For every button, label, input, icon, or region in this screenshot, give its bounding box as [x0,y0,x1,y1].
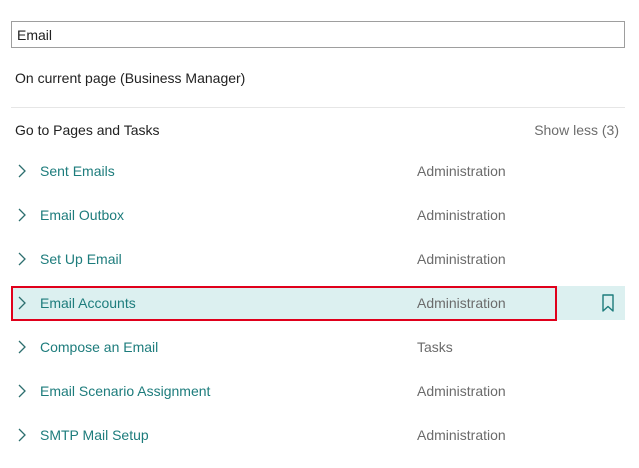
chevron-right-icon [18,428,26,442]
bookmark-icon[interactable] [601,294,615,312]
chevron-right-icon [18,208,26,222]
result-label[interactable]: Set Up Email [40,251,122,267]
result-row-email-accounts[interactable]: Email Accounts Administration [11,286,625,320]
result-label[interactable]: Email Accounts [40,295,136,311]
chevron-right-icon [18,384,26,398]
result-row-email-outbox[interactable]: Email Outbox Administration [11,198,625,232]
divider [11,107,625,108]
section-title: Go to Pages and Tasks [15,122,160,138]
result-category: Administration [417,295,506,311]
chevron-right-icon [18,340,26,354]
result-label[interactable]: SMTP Mail Setup [40,427,149,443]
result-category: Administration [417,251,506,267]
result-row-email-scenario-assignment[interactable]: Email Scenario Assignment Administration [11,374,625,408]
chevron-right-icon [18,164,26,178]
result-label[interactable]: Compose an Email [40,339,158,355]
result-category: Administration [417,163,506,179]
result-category: Tasks [417,339,453,355]
result-row-set-up-email[interactable]: Set Up Email Administration [11,242,625,276]
chevron-right-icon [18,296,26,310]
result-category: Administration [417,207,506,223]
result-label[interactable]: Email Outbox [40,207,124,223]
current-page-label: On current page (Business Manager) [15,70,246,86]
tell-me-panel: On current page (Business Manager) Go to… [0,0,639,468]
result-category: Administration [417,383,506,399]
result-category: Administration [417,427,506,443]
chevron-right-icon [18,252,26,266]
result-label[interactable]: Sent Emails [40,163,115,179]
result-row-smtp-mail-setup[interactable]: SMTP Mail Setup Administration [11,418,625,452]
search-input[interactable] [11,21,625,48]
result-label[interactable]: Email Scenario Assignment [40,383,210,399]
result-row-sent-emails[interactable]: Sent Emails Administration [11,154,625,188]
result-row-compose-an-email[interactable]: Compose an Email Tasks [11,330,625,364]
show-less-link[interactable]: Show less (3) [534,122,619,138]
